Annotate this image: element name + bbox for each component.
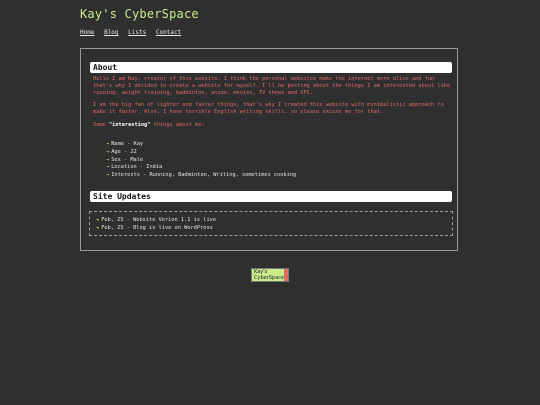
site-updates-box: ↠ Feb, 25 - Website Verion 1.1 is live ↠ F… [89, 211, 453, 236]
about-heading: About [90, 62, 452, 73]
about-paragraph-1: Hello I am Kay, creator of this website.… [93, 76, 451, 96]
list-item: ↠ Feb, 25 - Website Verion 1.1 is live [96, 216, 452, 224]
interesting-intro: Some "interesting" things about me: [93, 122, 451, 129]
site-title: Kay's CyberSpace [80, 7, 199, 21]
arrow-right-icon: → [106, 148, 110, 155]
interesting-facts-list: → Name - Kay → Age - 22 → Sex - Male → Locat… [106, 141, 296, 180]
about-paragraph-2: I am the big fan of lighter and faster t… [93, 102, 444, 116]
list-item: → Location - India [106, 164, 296, 172]
badge-stripe [284, 269, 288, 281]
nav-link-lists[interactable]: Lists [128, 29, 146, 36]
list-item: ↠ Feb, 25 - Blog is live on WordPress [96, 224, 452, 232]
arrow-right-icon: → [106, 164, 110, 171]
site-updates-heading: Site Updates [90, 191, 452, 202]
fact-name: Name - Kay [111, 141, 144, 147]
list-item: → Name - Kay [106, 141, 296, 149]
badge-line-2: CyberSpace [254, 274, 284, 281]
list-item: → Sex - Male [106, 157, 296, 165]
intro-highlight: "interesting" [108, 121, 151, 128]
nav-link-home[interactable]: Home [80, 29, 94, 36]
fact-location: Location - India [111, 164, 163, 171]
fact-sex: Sex - Male [111, 156, 144, 163]
top-nav: Home Blog Lists Contact [80, 29, 181, 36]
arrow-right-icon: → [106, 172, 110, 179]
double-arrow-right-icon: ↠ [96, 225, 100, 232]
update-text: Feb, 25 - Blog is live on WordPress [101, 225, 213, 232]
nav-link-blog[interactable]: Blog [104, 29, 118, 36]
update-text: Feb, 25 - Website Verion 1.1 is live [101, 217, 217, 223]
site-badge-button[interactable]: Kay's CyberSpace [251, 268, 289, 282]
arrow-right-icon: → [106, 156, 110, 163]
list-item: → Interests - Running, Badminton, Writing… [106, 172, 296, 180]
fact-age: Age - 22 [111, 148, 137, 155]
site-updates-list: ↠ Feb, 25 - Website Verion 1.1 is live ↠ F… [90, 212, 452, 233]
nav-link-contact[interactable]: Contact [156, 29, 181, 36]
list-item: → Age - 22 [106, 149, 296, 157]
arrow-right-icon: → [106, 141, 110, 147]
intro-prefix: Some [93, 121, 109, 128]
about-text: Hello I am Kay, creator of this website.… [93, 76, 451, 135]
fact-interests: Interests - Running, Badminton, Writing,… [111, 172, 297, 179]
double-arrow-right-icon: ↠ [96, 217, 100, 223]
intro-suffix: things about me: [150, 121, 205, 128]
main-content-box: About Hello I am Kay, creator of this we… [80, 48, 458, 251]
